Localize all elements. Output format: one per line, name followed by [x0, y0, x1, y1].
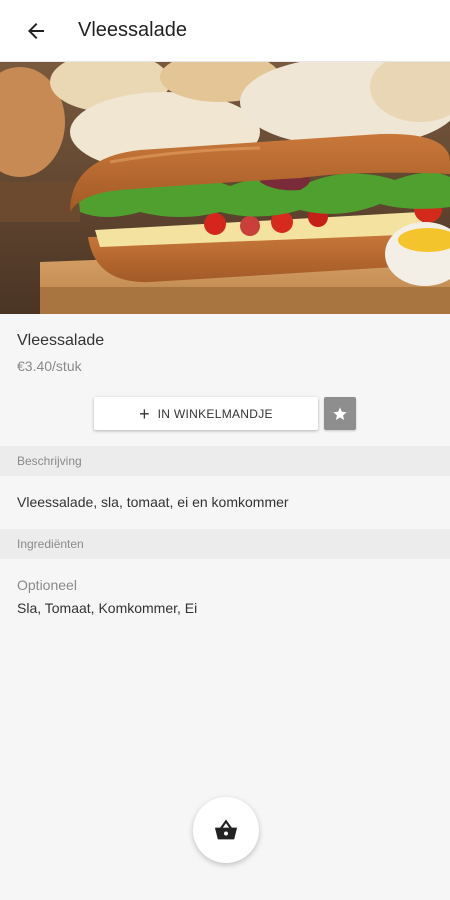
plus-icon: +	[139, 403, 150, 424]
optional-ingredients: Sla, Tomaat, Komkommer, Ei	[17, 600, 198, 616]
product-name: Vleessalade	[17, 332, 105, 349]
add-to-cart-button[interactable]: + IN WINKELMANDJE	[94, 397, 318, 430]
optional-label: Optioneel	[17, 577, 77, 593]
ingredients-section-header: Ingrediënten	[0, 529, 450, 559]
add-to-cart-label: IN WINKELMANDJE	[157, 406, 273, 421]
page-title: Vleessalade	[78, 19, 187, 41]
arrow-left-icon	[28, 22, 44, 39]
app-bar: Vleessalade	[0, 0, 450, 62]
description-section-header: Beschrijving	[0, 446, 450, 476]
description-text: Vleessalade, sla, tomaat, ei en komkomme…	[17, 494, 289, 510]
basket-icon	[214, 819, 238, 840]
product-image	[0, 62, 450, 314]
sandwich-photo	[0, 62, 450, 314]
star-icon	[333, 406, 347, 420]
back-button[interactable]	[8, 0, 64, 62]
favorite-button[interactable]	[324, 397, 356, 430]
product-price: €3.40/stuk	[17, 358, 82, 374]
basket-button[interactable]	[193, 797, 259, 863]
